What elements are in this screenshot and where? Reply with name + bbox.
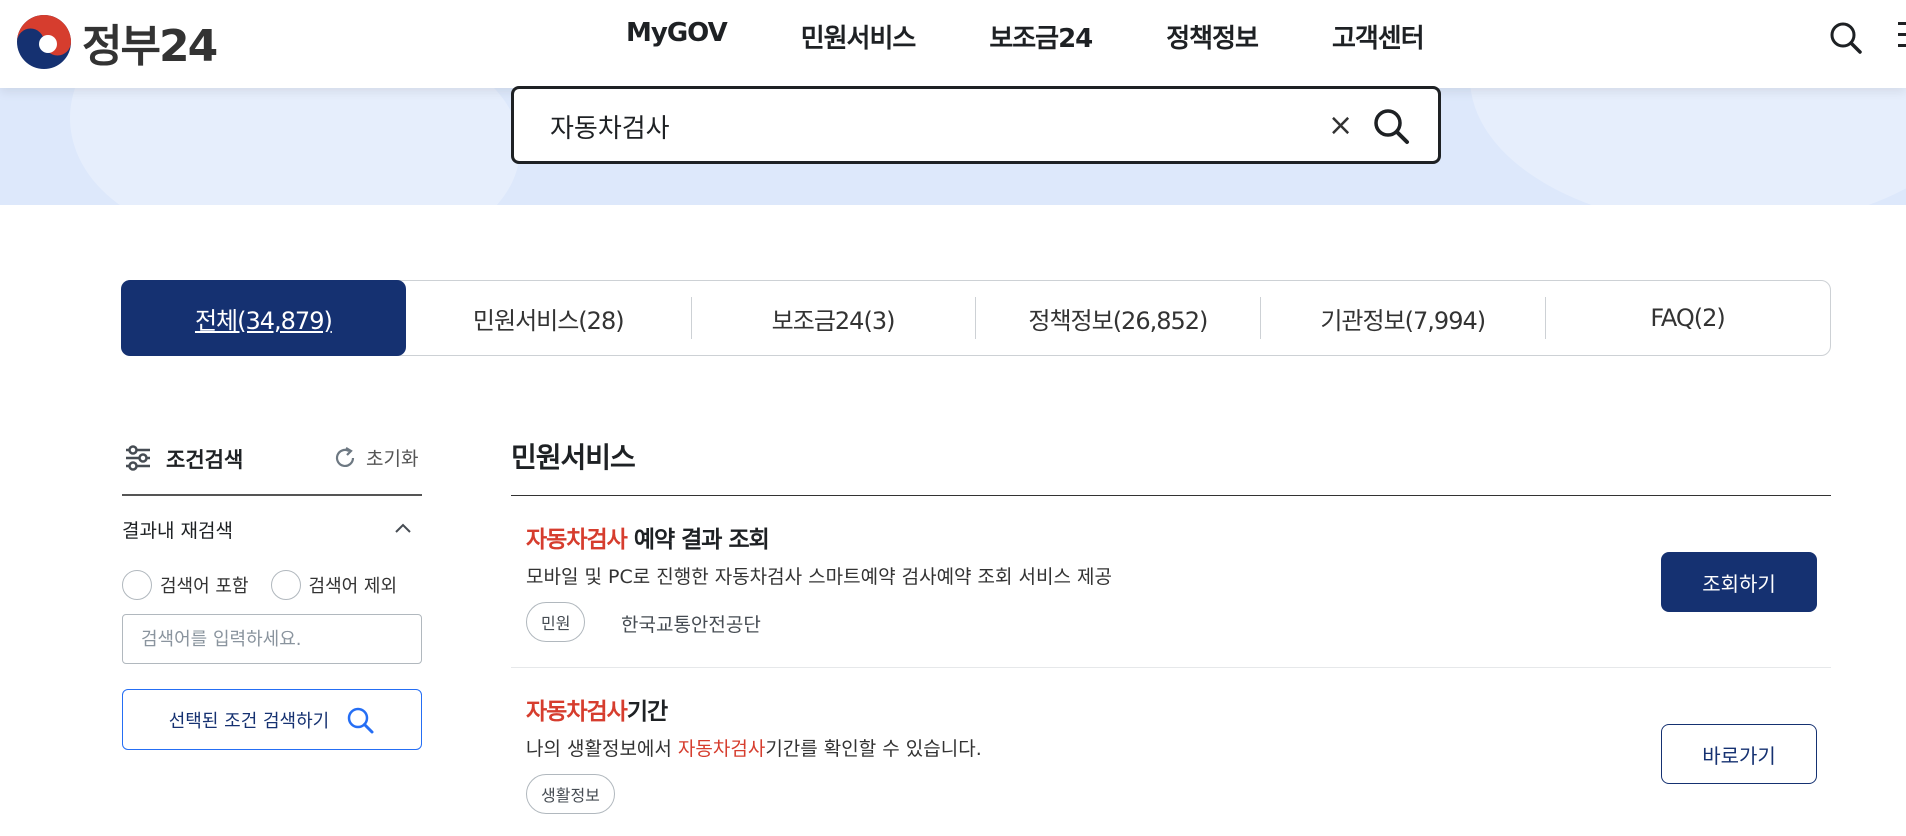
refine-keyword-input[interactable]	[122, 614, 422, 664]
result-title[interactable]: 자동차검사기간	[526, 692, 668, 726]
tab-all[interactable]: 전체(34,879)	[121, 280, 406, 356]
category-badge: 생활정보	[526, 774, 615, 814]
exclude-radio[interactable]	[270, 570, 301, 600]
search-box: ×	[511, 86, 1441, 164]
result-description: 나의 생활정보에서 자동차검사기간를 확인할 수 있습니다.	[526, 734, 982, 761]
site-header: 정부24 MyGOV 민원서비스 보조금24 정책정보 고객센터	[0, 0, 1906, 88]
include-label: 검색어 포함	[160, 576, 249, 597]
search-input[interactable]	[550, 107, 1310, 145]
chevron-up-icon[interactable]	[394, 520, 412, 538]
include-radio[interactable]	[122, 570, 152, 600]
search-icon[interactable]	[1370, 105, 1412, 147]
desc-text: 나의 생활정보에서	[526, 738, 678, 760]
nav-subsidy24[interactable]: 보조금24	[989, 18, 1093, 55]
menu-icon[interactable]	[1898, 22, 1906, 54]
result-title[interactable]: 자동차검사 예약 결과 조회	[526, 520, 770, 554]
tab-civil-service[interactable]: 민원서비스(28)	[406, 281, 691, 355]
result-description: 모바일 및 PC로 진행한 자동차검사 스마트예약 검사예약 조회 서비스 제공	[526, 566, 1113, 588]
result-item: 자동차검사기간 나의 생활정보에서 자동차검사기간를 확인할 수 있습니다. 생…	[511, 668, 1831, 836]
refine-search-title: 결과내 재검색	[122, 520, 233, 542]
refresh-icon	[332, 445, 358, 471]
search-icon	[345, 705, 375, 735]
result-category-tabs: 전체(34,879) 민원서비스(28) 보조금24(3) 정책정보(26,85…	[121, 280, 1831, 356]
agency-name: 한국교통안전공단	[621, 614, 761, 636]
inquire-button[interactable]: 조회하기	[1661, 552, 1817, 612]
tab-faq[interactable]: FAQ(2)	[1545, 281, 1830, 355]
tab-agency-info[interactable]: 기관정보(7,994)	[1260, 281, 1545, 355]
exclude-label: 검색어 제외	[308, 576, 398, 597]
logo-text: 정부24	[82, 21, 218, 72]
filter-sliders-icon	[124, 444, 152, 472]
nav-civil-service[interactable]: 민원서비스	[801, 18, 917, 55]
nav-mygov[interactable]: MyGOV	[626, 18, 728, 55]
apply-conditions-label: 선택된 조건 검색하기	[168, 710, 330, 732]
tab-subsidy24[interactable]: 보조금24(3)	[690, 281, 976, 355]
result-title-rest: 예약 결과 조회	[626, 527, 770, 553]
nav-policy-info[interactable]: 정책정보	[1166, 18, 1259, 55]
desc-highlight: 자동차검사	[677, 738, 766, 760]
desc-text: 기간를 확인할 수 있습니다.	[765, 738, 982, 760]
result-title-rest: 기간	[626, 699, 668, 725]
category-badge: 민원	[526, 602, 586, 642]
reset-button[interactable]: 초기화	[332, 444, 418, 471]
section-title: 민원서비스	[511, 441, 636, 474]
main-nav: MyGOV 민원서비스 보조금24 정책정보 고객센터	[626, 18, 1498, 55]
logo[interactable]: 정부24	[16, 10, 218, 74]
reset-label: 초기화	[366, 448, 419, 470]
result-title-highlight: 자동차검사	[526, 527, 628, 553]
clear-icon[interactable]: ×	[1328, 109, 1353, 143]
filter-title: 조건검색	[166, 448, 244, 472]
taegeuk-logo-icon	[16, 14, 72, 70]
go-button[interactable]: 바로가기	[1661, 724, 1817, 784]
keyword-mode-options: 검색어 포함 검색어 제외	[122, 570, 419, 600]
header-search-icon[interactable]	[1826, 18, 1866, 58]
result-item: 자동차검사 예약 결과 조회 모바일 및 PC로 진행한 자동차검사 스마트예약…	[511, 496, 1831, 668]
result-title-highlight: 자동차검사	[526, 699, 628, 725]
tab-policy-info[interactable]: 정책정보(26,852)	[975, 281, 1260, 355]
nav-customer-center[interactable]: 고객센터	[1332, 18, 1425, 55]
filter-header: 조건검색 초기화	[122, 440, 422, 496]
apply-conditions-button[interactable]: 선택된 조건 검색하기	[122, 689, 422, 750]
